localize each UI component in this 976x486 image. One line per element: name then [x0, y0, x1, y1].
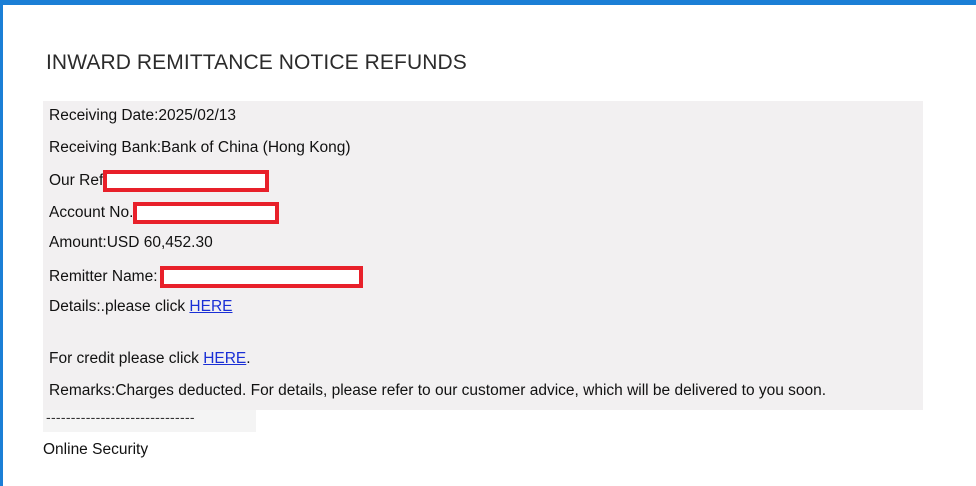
redaction-box: [103, 170, 270, 192]
account-no-label: Account No.: [49, 204, 134, 222]
remitter-row: Remitter Name:: [49, 266, 363, 288]
receiving-date: Receiving Date:2025/02/13: [49, 107, 236, 124]
remarks: Remarks:Charges deducted. For details, p…: [49, 382, 827, 399]
credit-prefix: For credit please click: [49, 350, 204, 367]
receiving-bank: Receiving Bank:Bank of China (Hong Kong): [49, 139, 351, 156]
details-prefix: Details:.please click: [49, 298, 190, 315]
notice-title: INWARD REMITTANCE NOTICE REFUNDS: [46, 51, 467, 74]
remitter-label: Remitter Name:: [49, 268, 158, 286]
redaction-box: [133, 202, 280, 224]
credit-row: For credit please click HERE.: [49, 350, 251, 368]
redaction-box: [159, 266, 363, 288]
our-ref-label: Our Ref: [49, 172, 104, 190]
email-frame: INWARD REMITTANCE NOTICE REFUNDS Receivi…: [0, 0, 976, 486]
separator-line: ------------------------------: [46, 409, 195, 425]
credit-suffix: .: [246, 350, 251, 367]
our-ref-row: Our Ref: [49, 170, 270, 192]
account-no-row: Account No.: [49, 202, 280, 224]
credit-here-link[interactable]: HERE: [203, 350, 246, 367]
details-row: Details:.please click HERE: [49, 298, 233, 316]
amount: Amount:USD 60,452.30: [49, 234, 213, 251]
signature-online-security: Online Security: [43, 441, 149, 458]
details-here-link[interactable]: HERE: [189, 298, 232, 315]
